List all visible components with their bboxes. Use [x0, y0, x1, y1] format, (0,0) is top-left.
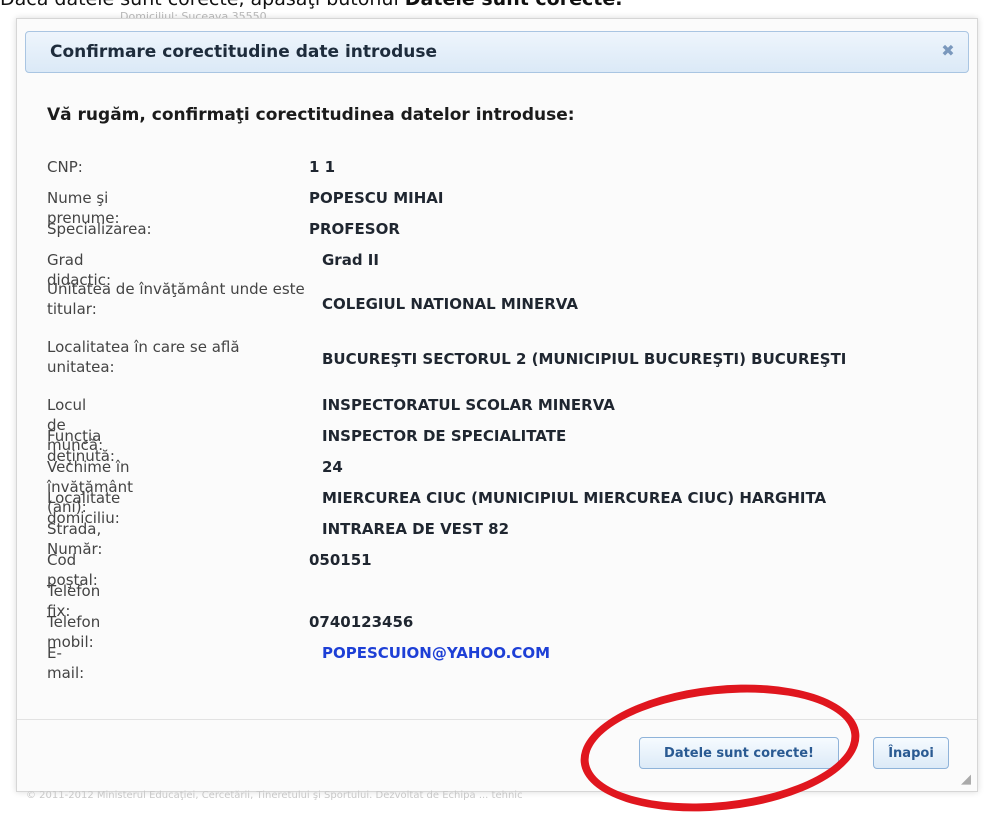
confirm-heading: Vă rugăm, confirmaţi corectitudinea date…	[47, 105, 575, 125]
dialog-titlebar[interactable]: Confirmare corectitudine date introduse …	[25, 31, 969, 73]
label-cnp: CNP:	[47, 158, 83, 176]
label-email: E-mail:	[47, 644, 85, 682]
value-cnp: 1 1	[309, 158, 336, 176]
instruction-prefix: Dacă datele sunt corecte, apăsaţi butonu…	[0, 0, 405, 10]
value-locul-munca: INSPECTORATUL SCOLAR MINERVA	[322, 396, 615, 414]
value-vechime: 24	[322, 458, 343, 476]
value-cod-postal: 050151	[309, 551, 372, 569]
value-email[interactable]: POPESCUION@YAHOO.COM	[322, 643, 550, 663]
value-functia: INSPECTOR DE SPECIALITATE	[322, 427, 567, 445]
label-unitatea: Unitatea de învăţământ unde este titular…	[47, 280, 305, 318]
close-icon[interactable]: ✖	[938, 41, 958, 61]
back-button[interactable]: Înapoi	[873, 737, 949, 769]
value-telefon-mobil: 0740123456	[309, 613, 414, 631]
value-localitate-domiciliu: MIERCUREA CIUC (MUNICIPIUL MIERCUREA CIU…	[322, 489, 827, 507]
value-strada: INTRAREA DE VEST 82	[322, 520, 510, 538]
value-unitatea: COLEGIUL NATIONAL MINERVA	[322, 295, 578, 313]
confirm-button[interactable]: Datele sunt corecte!	[639, 737, 839, 769]
value-localitatea-unitate: BUCUREŞTI SECTORUL 2 (MUNICIPIUL BUCUREŞ…	[322, 350, 847, 368]
page-footer-text: © 2011-2012 Ministerul Educaţiei, Cercet…	[26, 790, 523, 801]
instruction-button-ref: Datele sunt corecte.	[405, 0, 623, 10]
value-grad: Grad II	[322, 251, 379, 269]
value-specializarea: PROFESOR	[309, 220, 400, 238]
footer-divider	[17, 719, 977, 720]
label-specializarea: Specializarea:	[47, 220, 152, 238]
dialog-title: Confirmare corectitudine date introduse	[50, 42, 437, 62]
value-nume: POPESCU MIHAI	[309, 189, 444, 207]
label-localitatea-unitate: Localitatea în care se află unitatea:	[47, 338, 240, 376]
resize-handle-icon[interactable]: ◢	[961, 772, 971, 787]
confirm-dialog: Confirmare corectitudine date introduse …	[16, 18, 978, 792]
